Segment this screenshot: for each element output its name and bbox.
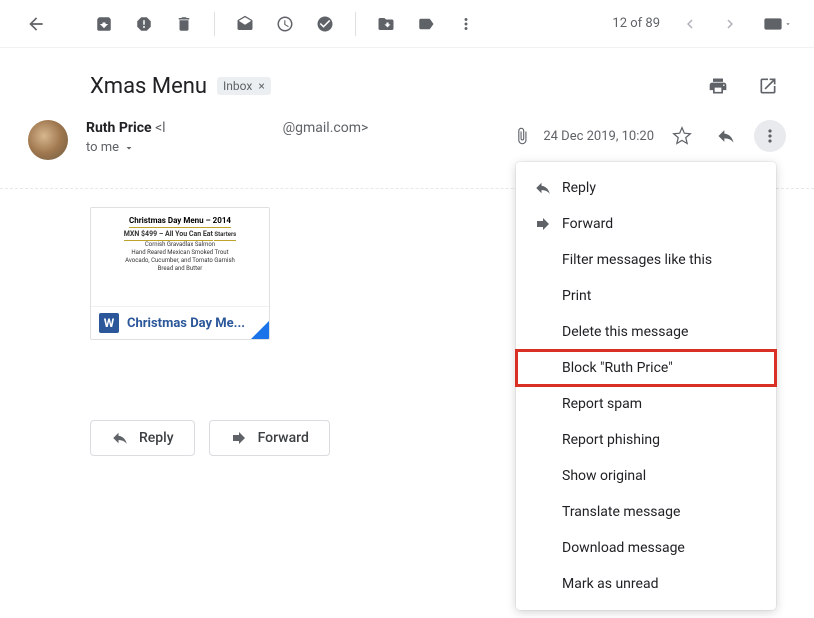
toolbar: 12 of 89 — [0, 0, 814, 48]
archive-icon[interactable] — [84, 4, 124, 44]
avatar[interactable] — [28, 120, 68, 160]
star-icon[interactable] — [666, 120, 698, 152]
add-task-icon[interactable] — [305, 4, 345, 44]
spam-icon[interactable] — [124, 4, 164, 44]
forward-label: Forward — [258, 430, 309, 446]
menu-item-label: Delete this message — [562, 324, 688, 340]
menu-item-download-message[interactable]: Download message — [516, 530, 776, 566]
sender-email-prefix: <l — [155, 120, 166, 136]
preview-line: Bread and Butter — [97, 265, 263, 273]
reply-icon — [534, 179, 562, 197]
menu-item-label: Mark as unread — [562, 576, 658, 592]
menu-item-label: Print — [562, 288, 591, 304]
reply-icon — [111, 429, 129, 447]
menu-item-label: Report spam — [562, 396, 642, 412]
attachment-card[interactable]: Christmas Day Menu – 2014 MXN $499 – All… — [90, 207, 270, 340]
menu-item-label: Download message — [562, 540, 685, 556]
menu-item-reply[interactable]: Reply — [516, 170, 776, 206]
more-options-icon[interactable] — [754, 120, 786, 152]
attachment-filename: Christmas Day Me... — [127, 316, 245, 331]
preview-section: Starters — [214, 231, 236, 241]
preview-title: Christmas Day Menu – 2014 — [129, 216, 231, 228]
snooze-icon[interactable] — [265, 4, 305, 44]
preview-line: Hand Reared Mexican Smoked Trout — [97, 249, 263, 257]
delete-icon[interactable] — [164, 4, 204, 44]
reply-header-icon[interactable] — [710, 120, 742, 152]
menu-item-mark-as-unread[interactable]: Mark as unread — [516, 566, 776, 602]
input-tool-icon[interactable] — [758, 4, 798, 44]
forward-icon — [534, 215, 562, 233]
label-remove-icon[interactable]: × — [258, 79, 264, 93]
menu-item-label: Show original — [562, 468, 646, 484]
menu-item-label: Forward — [562, 216, 613, 232]
menu-item-translate-message[interactable]: Translate message — [516, 494, 776, 530]
print-icon[interactable] — [700, 68, 736, 104]
pagination-counter: 12 of 89 — [612, 16, 660, 31]
recipient-text: to me — [86, 140, 119, 155]
newer-icon[interactable] — [670, 4, 710, 44]
menu-item-report-phishing[interactable]: Report phishing — [516, 422, 776, 458]
menu-item-filter-messages-like-this[interactable]: Filter messages like this — [516, 242, 776, 278]
forward-button[interactable]: Forward — [209, 420, 330, 456]
menu-item-label: Reply — [562, 180, 596, 196]
label-chip[interactable]: Inbox × — [217, 77, 271, 95]
attachment-footer: W Christmas Day Me... — [91, 306, 269, 339]
subject-row: Xmas Menu Inbox × — [0, 48, 814, 114]
subject: Xmas Menu — [90, 74, 207, 99]
reply-label: Reply — [139, 430, 174, 446]
menu-item-delete-this-message[interactable]: Delete this message — [516, 314, 776, 350]
back-icon[interactable] — [16, 4, 56, 44]
preview-price: MXN $499 – All You Can Eat — [124, 230, 213, 241]
sender-email-suffix: @gmail.com> — [283, 120, 369, 136]
open-new-window-icon[interactable] — [750, 68, 786, 104]
menu-item-block-ruth-price[interactable]: Block "Ruth Price" — [516, 350, 776, 386]
preview-line: Avocado, Cucumber, and Tomato Garnish — [97, 257, 263, 265]
sender-name: Ruth Price — [86, 120, 152, 136]
older-icon[interactable] — [710, 4, 750, 44]
more-options-menu: Reply Forward Filter messages like this Pri… — [516, 162, 776, 610]
move-to-icon[interactable] — [366, 4, 406, 44]
menu-item-label: Block "Ruth Price" — [562, 360, 673, 376]
preview-line: Cornish Gravadlax Salmon — [97, 241, 263, 249]
label-name: Inbox — [223, 79, 252, 93]
word-icon: W — [99, 313, 119, 333]
separator — [355, 12, 356, 36]
more-icon[interactable] — [446, 4, 486, 44]
separator — [214, 12, 215, 36]
menu-item-print[interactable]: Print — [516, 278, 776, 314]
fold-corner — [251, 321, 269, 339]
menu-item-report-spam[interactable]: Report spam — [516, 386, 776, 422]
attachment-preview: Christmas Day Menu – 2014 MXN $499 – All… — [91, 208, 269, 306]
labels-icon[interactable] — [406, 4, 446, 44]
chevron-down-icon — [123, 142, 135, 154]
sender-line: Ruth Price <l @gmail.com> — [86, 120, 513, 136]
recipient-line[interactable]: to me — [86, 140, 513, 155]
menu-item-show-original[interactable]: Show original — [516, 458, 776, 494]
menu-item-forward[interactable]: Forward — [516, 206, 776, 242]
menu-item-label: Report phishing — [562, 432, 660, 448]
menu-item-label: Filter messages like this — [562, 252, 712, 268]
message-header: Ruth Price <l @gmail.com> to me 24 Dec 2… — [0, 114, 814, 160]
attachment-indicator-icon[interactable] — [513, 127, 531, 145]
forward-icon — [230, 429, 248, 447]
menu-item-label: Translate message — [562, 504, 680, 520]
mark-unread-icon[interactable] — [225, 4, 265, 44]
message-date: 24 Dec 2019, 10:20 — [543, 129, 654, 144]
reply-button[interactable]: Reply — [90, 420, 195, 456]
